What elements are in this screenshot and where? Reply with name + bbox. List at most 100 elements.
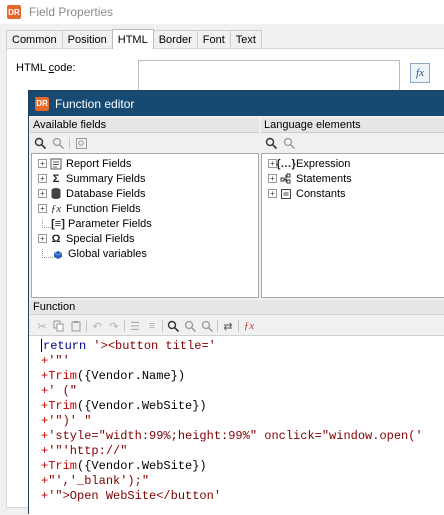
search-next-icon[interactable] — [51, 136, 65, 150]
expand-icon[interactable]: + — [38, 159, 47, 168]
copy-icon[interactable] — [52, 319, 66, 333]
tree-item-label: Database Fields — [66, 187, 146, 200]
code-token: + — [41, 383, 49, 398]
global-variable-icon — [51, 247, 65, 260]
code-token: '><button title=' — [86, 338, 216, 353]
tree-item-summary-fields[interactable]: + Σ Summary Fields — [38, 171, 145, 186]
insert-function-icon[interactable]: ƒx — [242, 319, 256, 333]
tree-item-label: Report Fields — [66, 157, 132, 170]
tab-html[interactable]: HTML — [111, 29, 154, 49]
toolbar-separator — [124, 320, 125, 332]
code-token: Trim — [48, 458, 78, 473]
tree-item-statements[interactable]: + Statements — [268, 171, 352, 186]
expand-icon[interactable]: + — [268, 174, 277, 183]
tree-item-label: Function Fields — [66, 202, 141, 215]
tree-item-global-variables[interactable]: Global variables — [38, 246, 147, 261]
statements-icon — [279, 172, 293, 185]
code-token: '">Open WebSite</button' — [48, 488, 222, 503]
redo-icon[interactable]: ↷ — [107, 319, 121, 333]
properties-icon[interactable] — [74, 136, 88, 150]
tree-item-function-fields[interactable]: + ƒx Function Fields — [38, 201, 141, 216]
expand-icon[interactable]: + — [268, 189, 277, 198]
search-next-icon[interactable] — [282, 136, 296, 150]
tree-item-label: Expression — [296, 157, 351, 170]
code-line: + '"' — [41, 353, 70, 368]
omega-icon: Ω — [51, 232, 61, 245]
app-logo-icon: DR — [35, 96, 49, 111]
code-token: ({Vendor.Name}) — [77, 368, 186, 383]
code-token: + — [41, 488, 49, 503]
function-editor-titlebar: DR Function editor — [29, 91, 444, 116]
code-token: '"'http://" — [48, 443, 128, 458]
code-token: Trim — [48, 398, 78, 413]
tab-common[interactable]: Common — [6, 30, 63, 49]
code-token: + — [41, 473, 49, 488]
tree-item-label: Global variables — [68, 247, 147, 260]
sigma-icon: Σ — [52, 172, 60, 185]
code-editor[interactable]: return '><button title=' + '"' + Trim ({Vendo… — [29, 335, 444, 515]
expand-icon[interactable]: + — [38, 204, 47, 213]
tab-position[interactable]: Position — [61, 30, 113, 49]
code-token: '"' — [48, 353, 70, 368]
tree-item-special-fields[interactable]: + Ω Special Fields — [38, 231, 134, 246]
language-elements-tree: + {…} Expression + Statements + Constants — [261, 153, 444, 298]
function-icon: ƒx — [50, 202, 62, 215]
toolbar-separator — [238, 320, 239, 332]
expand-icon[interactable]: + — [38, 174, 47, 183]
code-token: + — [41, 458, 49, 473]
find-icon[interactable] — [166, 319, 180, 333]
find-previous-icon[interactable] — [200, 319, 214, 333]
indent-icon[interactable]: ☰ — [128, 319, 142, 333]
code-line: + "','_blank');" — [41, 473, 149, 488]
tree-item-database-fields[interactable]: + Database Fields — [38, 186, 146, 201]
search-icon[interactable] — [264, 136, 278, 150]
outdent-icon[interactable]: ≡ — [145, 319, 159, 333]
tree-item-label: Parameter Fields — [68, 217, 152, 230]
code-token: + — [41, 413, 49, 428]
tab-font[interactable]: Font — [196, 30, 231, 49]
tab-border[interactable]: Border — [152, 30, 198, 49]
expand-icon[interactable]: + — [38, 234, 47, 243]
code-line: + '")' " — [41, 413, 91, 428]
code-token: '")' " — [48, 413, 92, 428]
toolbar-separator — [217, 320, 218, 332]
expand-icon[interactable]: + — [38, 189, 47, 198]
code-token: Trim — [48, 368, 78, 383]
function-editor-button[interactable]: fx — [410, 63, 430, 83]
search-icon[interactable] — [33, 136, 47, 150]
tree-item-expression[interactable]: + {…} Expression — [268, 156, 350, 171]
available-fields-header: Available fields — [30, 118, 259, 133]
function-editor-window: DR Function editor Available fields + Rep… — [28, 90, 444, 515]
tree-item-label: Statements — [296, 172, 352, 185]
html-code-label-part: HTML — [16, 62, 49, 74]
code-token: ({Vendor.WebSite}) — [77, 458, 207, 473]
database-icon — [49, 187, 63, 200]
tree-item-label: Special Fields — [66, 232, 135, 245]
find-next-icon[interactable] — [183, 319, 197, 333]
cut-icon[interactable]: ✂ — [35, 319, 49, 333]
code-token: ({Vendor.WebSite}) — [77, 398, 207, 413]
code-line: + '">Open WebSite</button' — [41, 488, 221, 503]
replace-icon[interactable]: ⇄ — [221, 319, 235, 333]
code-line: + ' (" — [41, 383, 77, 398]
available-fields-toolbar — [30, 135, 259, 151]
text-caret — [41, 339, 42, 352]
tree-item-constants[interactable]: + Constants — [268, 186, 346, 201]
tree-item-parameter-fields[interactable]: [≡] Parameter Fields — [38, 216, 152, 231]
toolbar-separator — [86, 320, 87, 332]
tab-text[interactable]: Text — [229, 30, 262, 49]
expression-icon: {…} — [276, 157, 296, 170]
field-properties-titlebar: DR Field Properties — [0, 0, 444, 24]
tree-item-report-fields[interactable]: + Report Fields — [38, 156, 131, 171]
tree-item-label: Summary Fields — [66, 172, 146, 185]
code-toolbar: ✂ ↶ ↷ ☰ ≡ ⇄ ƒx — [31, 317, 444, 335]
html-code-label-part: ode: — [54, 62, 76, 74]
toolbar-separator — [69, 137, 70, 149]
html-code-label: HTML code: — [16, 62, 76, 74]
code-line: return '><button title=' — [41, 338, 216, 353]
undo-icon[interactable]: ↶ — [90, 319, 104, 333]
html-code-field[interactable] — [138, 60, 400, 94]
code-line: +'style="width:99%;height:99%" onclick="… — [41, 428, 423, 443]
paste-icon[interactable] — [69, 319, 83, 333]
code-token: ' (" — [48, 383, 78, 398]
